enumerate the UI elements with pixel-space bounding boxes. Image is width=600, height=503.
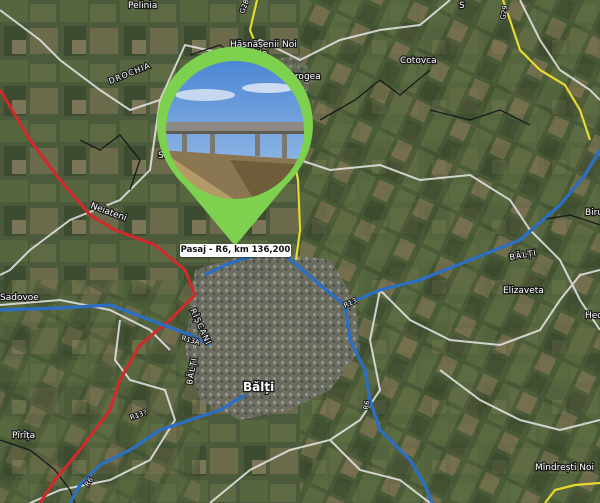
city-label-balti: Bălți	[243, 380, 274, 394]
map-canvas[interactable]: Pelinia Hăsnășenii Noi DROCHIA Drogea Co…	[0, 0, 600, 503]
place-label-hed: Hed	[585, 311, 600, 321]
place-label-elizaveta: Elizaveta	[503, 286, 544, 296]
place-label-pelinia: Pelinia	[128, 1, 157, 11]
marker-tooltip: Pasaj - R6, km 136,200	[180, 244, 291, 257]
place-label-biru: Biru	[585, 208, 600, 218]
place-label-pirita: Pîrîța	[12, 431, 35, 441]
place-label-sadovoe: Sadovoe	[0, 293, 39, 303]
satellite-fields-overlay-west	[0, 280, 200, 503]
place-label-mindresti: Mîndrești Noi	[535, 463, 594, 473]
place-label-s: S	[459, 1, 465, 11]
place-label-cotovca: Cotovca	[400, 56, 437, 66]
map-view[interactable]: Pelinia Hăsnășenii Noi DROCHIA Drogea Co…	[0, 0, 600, 503]
satellite-fields-overlay	[300, 0, 600, 503]
